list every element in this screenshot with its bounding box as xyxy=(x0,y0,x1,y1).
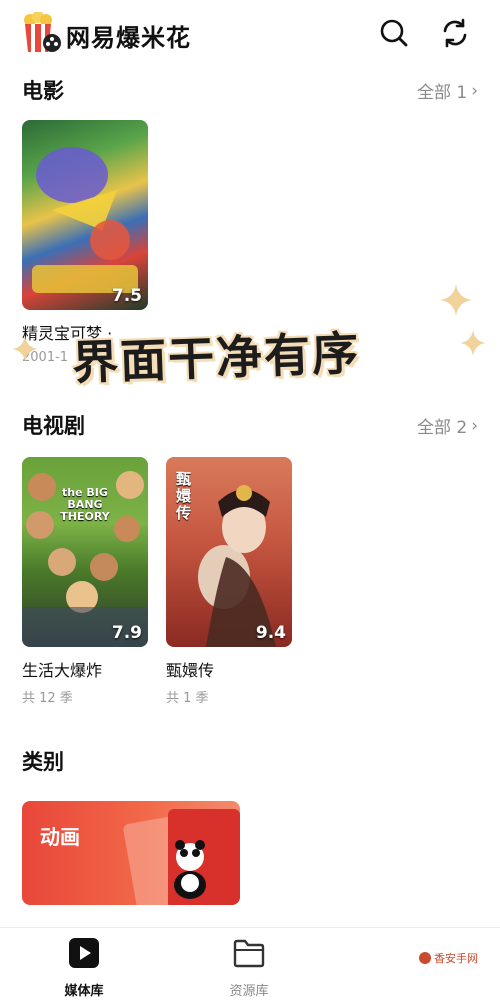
section-title-tv: 电视剧 xyxy=(22,414,85,438)
category-card-animation[interactable]: 动画 xyxy=(22,801,240,905)
popcorn-logo-icon xyxy=(22,11,62,54)
poster-text: the BIG BANG THEORY xyxy=(60,486,110,523)
refresh-button[interactable] xyxy=(438,16,472,50)
search-icon xyxy=(380,19,408,47)
poster-text: 甄嬛传 xyxy=(176,470,192,522)
app-title: 网易爆米花 xyxy=(66,24,191,52)
card-title: 生活大爆炸 xyxy=(22,661,103,680)
watermark-logo-icon xyxy=(419,952,431,964)
see-all-movies-label: 全部 1 xyxy=(416,83,468,103)
sparkle-icon xyxy=(12,336,38,362)
see-all-tv-link[interactable]: 全部 2 › xyxy=(416,413,478,439)
section-title-movies: 电影 xyxy=(22,79,64,103)
card-subtitle: 共 1 季 xyxy=(166,691,209,706)
card-title: 甄嬛传 xyxy=(166,661,215,680)
see-all-tv-label: 全部 2 xyxy=(416,418,468,438)
chevron-right-icon: › xyxy=(471,80,478,101)
rating-badge: 9.4 xyxy=(255,623,286,643)
tab-resource-library[interactable]: 资源库 xyxy=(199,938,299,999)
poster-image: 甄嬛传 9.4 xyxy=(166,457,292,647)
refresh-icon xyxy=(443,18,467,48)
app-header: 网易爆米花 xyxy=(0,0,500,68)
poster-image: 7.5 xyxy=(22,120,148,310)
poster-image: the BIG BANG THEORY 7.9 xyxy=(22,457,148,647)
search-button[interactable] xyxy=(377,16,411,50)
tab-media-library[interactable]: 媒体库 xyxy=(34,938,134,999)
sparkle-icon xyxy=(460,330,486,356)
chevron-right-icon: › xyxy=(471,415,478,436)
bottom-tab-bar: 媒体库 资源库 香安手网 xyxy=(0,927,500,1007)
promo-overlay-text: 界面干净有序 xyxy=(71,325,361,391)
folder-icon xyxy=(233,939,265,968)
sparkle-icon xyxy=(440,284,472,316)
tv-card[interactable]: 甄嬛传 9.4 甄嬛传 共 1 季 xyxy=(166,457,292,706)
card-subtitle: 共 12 季 xyxy=(22,691,73,706)
rating-badge: 7.9 xyxy=(111,623,142,643)
section-title-categories: 类别 xyxy=(22,750,64,774)
rating-badge: 7.5 xyxy=(111,286,142,306)
tv-card[interactable]: the BIG BANG THEORY 7.9 生活大爆炸 共 12 季 xyxy=(22,457,148,706)
watermark-text: 香安手网 xyxy=(434,952,478,965)
see-all-movies-link[interactable]: 全部 1 › xyxy=(416,78,478,104)
watermark: 香安手网 xyxy=(418,950,478,966)
play-icon xyxy=(69,938,99,968)
category-artwork xyxy=(123,809,240,905)
tab-label: 资源库 xyxy=(229,984,269,999)
tab-label: 媒体库 xyxy=(64,984,104,999)
